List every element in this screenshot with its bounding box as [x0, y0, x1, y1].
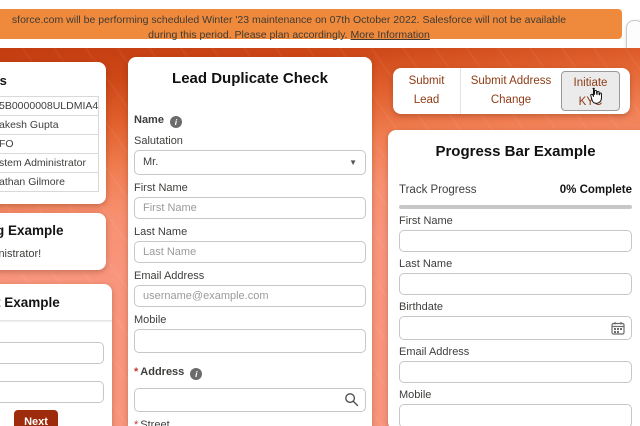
pf-first-name-label: First Name	[399, 215, 632, 227]
salutation-select[interactable]: Mr. ▼	[134, 150, 366, 175]
details-card-title: ls	[0, 73, 106, 88]
user-id-cell: 5B0000008ULDMIA4	[0, 97, 99, 116]
pf-birthdate-input[interactable]	[399, 316, 632, 340]
progress-bar	[399, 205, 632, 209]
user-details-card: ls 5B0000008ULDMIA4 akesh Gupta FO stem …	[0, 62, 106, 204]
next-button[interactable]: Next	[14, 410, 58, 426]
info-icon: i	[170, 116, 182, 128]
street-label-row: *Street	[134, 419, 366, 426]
greeting-card-title: g Example	[0, 223, 106, 238]
input-card-title: t Example	[0, 295, 112, 310]
user-manager-cell: athan Gilmore	[0, 173, 99, 192]
name-label: Name	[134, 114, 164, 126]
submit-address-change-button[interactable]: Submit Address Change	[460, 68, 561, 114]
lead-duplicate-check-card: Lead Duplicate Check Namei Salutation Mr…	[128, 57, 372, 426]
greeting-card: g Example inistrator!	[0, 213, 106, 270]
table-row: akesh Gupta	[0, 116, 99, 135]
address-search-input[interactable]	[134, 388, 366, 412]
lead-card-title: Lead Duplicate Check	[134, 70, 366, 87]
address-lookup	[134, 388, 366, 412]
pf-birthdate-label: Birthdate	[399, 301, 632, 313]
last-name-label: Last Name	[134, 226, 366, 238]
banner-text: sforce.com will be performing scheduled …	[12, 14, 566, 41]
more-information-link[interactable]: More Information	[350, 29, 429, 41]
mobile-input[interactable]	[134, 329, 366, 353]
info-icon: i	[190, 368, 202, 380]
submit-lead-button[interactable]: Submit Lead	[393, 68, 460, 114]
first-name-input[interactable]	[134, 197, 366, 219]
user-name-cell: akesh Gupta	[0, 116, 99, 135]
required-asterisk: *	[134, 419, 138, 426]
screen: sforce.com will be performing scheduled …	[0, 0, 640, 426]
user-title-cell: FO	[0, 135, 99, 154]
progress-card-title: Progress Bar Example	[399, 143, 632, 160]
maintenance-banner: sforce.com will be performing scheduled …	[0, 9, 622, 39]
initiate-kyc-button[interactable]: Initiate KYC	[561, 71, 620, 111]
pf-mobile-input[interactable]	[399, 404, 632, 426]
calendar-icon[interactable]	[611, 321, 625, 335]
user-details-table: 5B0000008ULDMIA4 akesh Gupta FO stem Adm…	[0, 96, 99, 192]
pf-first-name-input[interactable]	[399, 230, 632, 252]
email-input[interactable]	[134, 285, 366, 307]
progress-bar-example-card: Progress Bar Example Track Progress 0% C…	[388, 130, 640, 426]
salutation-value: Mr.	[143, 156, 158, 168]
user-profile-cell: stem Administrator	[0, 154, 99, 173]
left-input-2[interactable]	[0, 381, 104, 403]
birthdate-field	[399, 316, 632, 340]
chevron-down-icon: ▼	[349, 151, 357, 174]
address-label: Address	[140, 366, 184, 378]
last-name-input[interactable]	[134, 241, 366, 263]
input-example-card: t Example Next	[0, 284, 112, 426]
name-label-row: Namei	[134, 114, 366, 128]
track-progress-label: Track Progress	[399, 184, 477, 196]
table-row: 5B0000008ULDMIA4	[0, 97, 99, 116]
track-progress-row: Track Progress 0% Complete	[399, 184, 632, 196]
pf-last-name-label: Last Name	[399, 258, 632, 270]
street-label: Street	[140, 419, 169, 426]
divider	[0, 320, 112, 322]
mobile-label: Mobile	[134, 314, 366, 326]
table-row: athan Gilmore	[0, 173, 99, 192]
email-label: Email Address	[134, 270, 366, 282]
table-row: FO	[0, 135, 99, 154]
table-row: stem Administrator	[0, 154, 99, 173]
salutation-label: Salutation	[134, 135, 366, 147]
pf-email-input[interactable]	[399, 361, 632, 383]
search-icon[interactable]	[344, 392, 359, 407]
greeting-text: inistrator!	[0, 248, 106, 260]
left-input-1[interactable]	[0, 342, 104, 364]
required-asterisk: *	[134, 366, 138, 378]
actions-card: Submit Lead Submit Address Change Initia…	[393, 68, 630, 114]
percent-complete-text: 0% Complete	[560, 184, 632, 196]
pf-email-label: Email Address	[399, 346, 632, 358]
address-label-row: *Address i	[134, 366, 366, 380]
pf-last-name-input[interactable]	[399, 273, 632, 295]
pf-mobile-label: Mobile	[399, 389, 632, 401]
first-name-label: First Name	[134, 182, 366, 194]
